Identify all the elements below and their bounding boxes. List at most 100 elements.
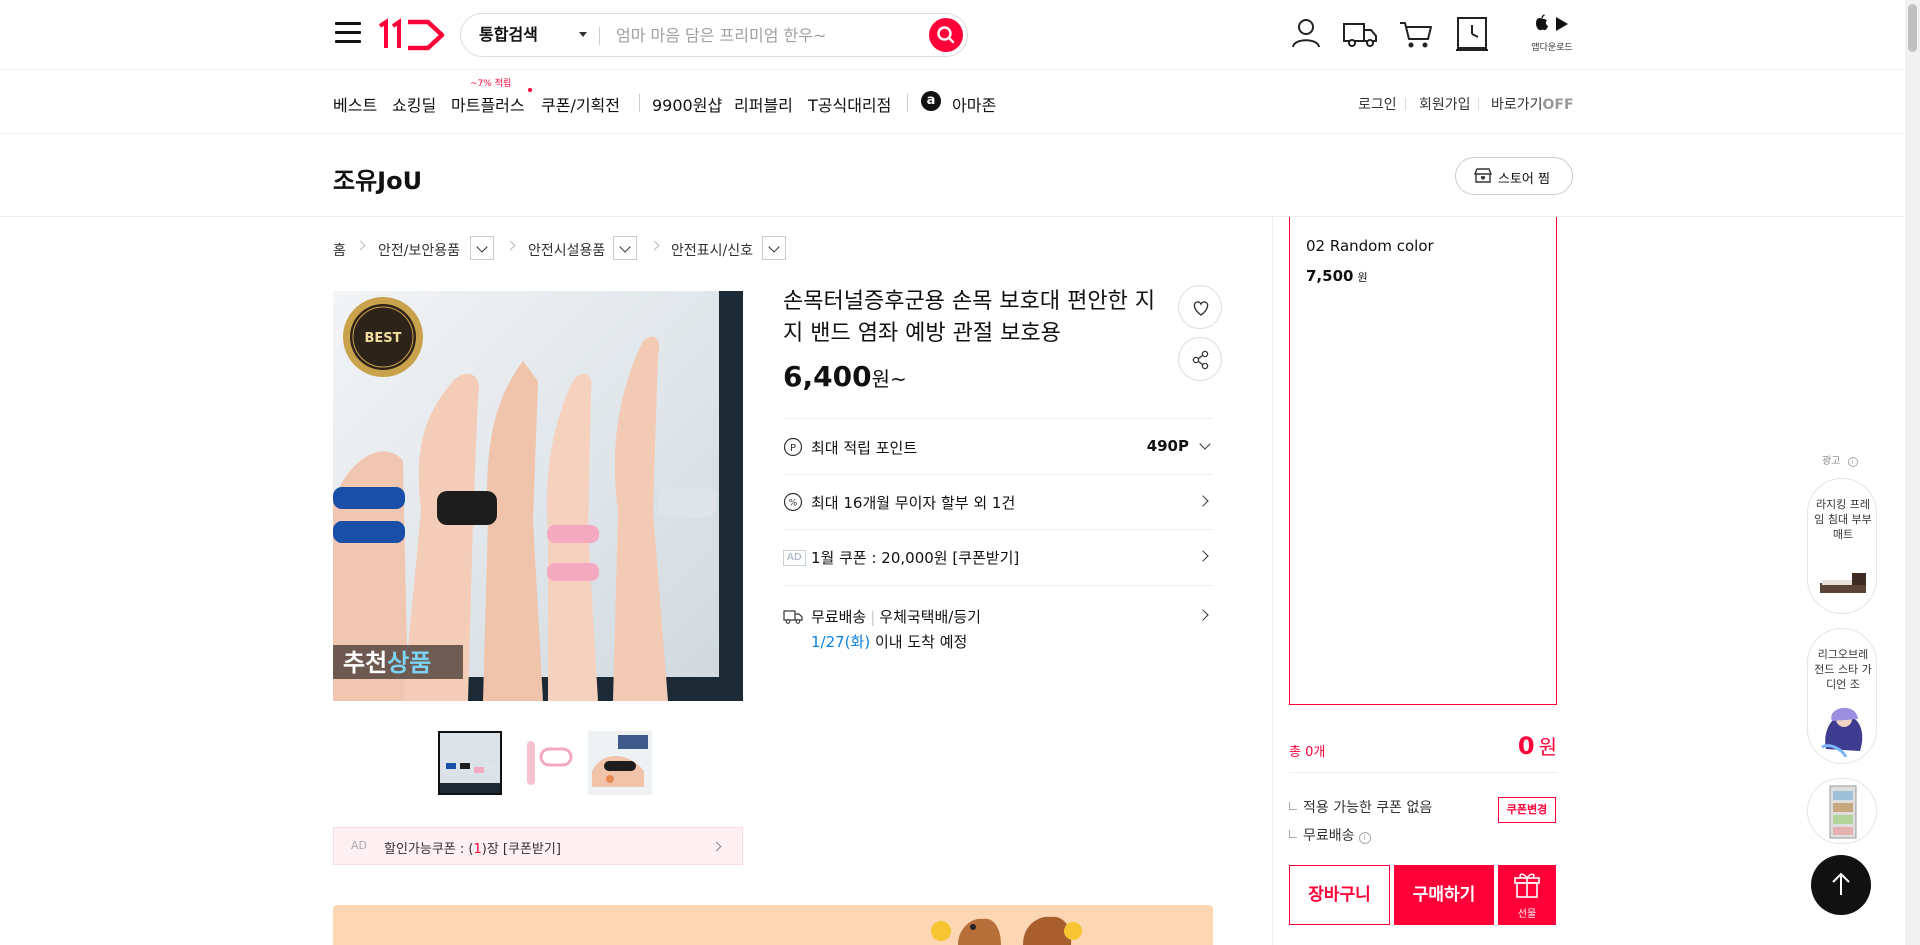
chevron-right-icon — [711, 841, 722, 852]
category-nav: 베스트 쇼킹딜 ~7% 적립 마트플러스 쿠폰/기획전 9900원샵 리퍼블리 … — [0, 70, 1920, 134]
nav-divider — [907, 94, 908, 112]
add-to-cart-button[interactable]: 장바구니 — [1289, 865, 1390, 925]
promo-banner[interactable] — [333, 905, 1213, 945]
gift-button[interactable]: 선물 — [1498, 865, 1556, 925]
nav-mart-plus[interactable]: 마트플러스 — [451, 92, 525, 116]
no-coupon-label: 적용 가능한 쿠폰 없음 — [1303, 800, 1433, 816]
coupon-offer-row[interactable]: AD 1월 쿠폰 : 20,000원 [쿠폰받기] — [783, 529, 1213, 585]
side-ad-bed[interactable]: 라지킹 프레임 침대 부부 매트 — [1807, 478, 1877, 614]
bed-image — [1820, 573, 1866, 593]
login-link[interactable]: 로그인 — [1358, 94, 1397, 114]
thumbnail-3[interactable] — [588, 731, 652, 795]
divider — [1478, 98, 1479, 110]
shortcut-toggle[interactable]: 바로가기OFF — [1491, 94, 1574, 114]
top-header: 통합검색 앱다운로드 — [0, 0, 1920, 70]
breadcrumb-dropdown[interactable] — [470, 236, 494, 260]
side-ad-figure[interactable]: 리그오브레전드 스타 가디언 조 — [1807, 628, 1877, 764]
breadcrumb-dropdown[interactable] — [762, 236, 786, 260]
share-icon — [1192, 350, 1209, 370]
cart-icon[interactable] — [1396, 14, 1436, 54]
store-follow-button[interactable]: 스토어 찜 — [1455, 157, 1573, 195]
page-scrollbar[interactable] — [1905, 0, 1920, 945]
app-download-label: 앱다운로드 — [1531, 43, 1573, 53]
buy-now-button[interactable]: 구매하기 — [1394, 865, 1494, 925]
breadcrumb-item[interactable]: 안전시설용품 — [528, 240, 605, 260]
fridge-image — [1829, 785, 1857, 839]
thumbnail-1[interactable] — [438, 731, 502, 795]
search-input[interactable] — [616, 18, 906, 52]
wishlist-button[interactable] — [1178, 285, 1222, 329]
search-box: 통합검색 — [460, 13, 968, 57]
option-name[interactable]: 02 Random color — [1306, 237, 1434, 255]
store-name[interactable]: 조유JoU — [333, 161, 422, 196]
total-row: 총 0개 0원 — [1289, 732, 1557, 773]
scrollbar-thumb[interactable] — [1908, 4, 1917, 52]
delivery-estimate: 1/27(화) 이내 도착 예정 — [811, 631, 967, 652]
nav-t-official[interactable]: T공식대리점 — [808, 92, 891, 116]
breadcrumb-item[interactable]: 안전표시/신호 — [671, 240, 753, 260]
shipping-row[interactable]: 무료배송 | 우체국택배/등기 1/27(화) 이내 도착 예정 — [783, 585, 1213, 665]
thumbnail-image — [440, 733, 500, 793]
installment-row[interactable]: % 최대 16개월 무이자 할부 외 1건 — [783, 474, 1213, 529]
nav-coupon[interactable]: 쿠폰/기획전 — [541, 92, 620, 116]
option-price-unit: 원 — [1357, 271, 1368, 284]
divider — [1405, 98, 1406, 110]
store-bar: 조유JoU 스토어 찜 — [0, 135, 1920, 217]
side-ad-fridge[interactable] — [1807, 778, 1877, 844]
user-icon[interactable] — [1286, 14, 1326, 54]
recent-viewed-icon[interactable] — [1452, 14, 1492, 54]
point-icon: P — [783, 437, 803, 457]
image-caption-2: 상품 — [387, 649, 431, 677]
points-row[interactable]: P 최대 적립 포인트 490P — [783, 418, 1213, 474]
hook-icon — [1289, 802, 1297, 810]
breadcrumb-dropdown[interactable] — [613, 236, 637, 260]
breadcrumb-home[interactable]: 홈 — [333, 240, 346, 260]
discount-coupon-prefix: 할인가능쿠폰 : ( — [384, 842, 474, 857]
installment-label: 최대 16개월 무이자 할부 외 1건 — [811, 494, 1016, 512]
coupon-change-button[interactable]: 쿠폰변경 — [1498, 797, 1556, 823]
coupon-offer-label: 1월 쿠폰 : 20,000원 [쿠폰받기] — [811, 549, 1020, 567]
discount-coupon-strip[interactable]: AD 할인가능쿠폰 : (1)장 [쿠폰받기] — [333, 827, 743, 865]
nav-badge: ~7% 적립 — [470, 79, 512, 89]
thumbnail-image — [588, 731, 652, 795]
arrow-up-icon — [1832, 872, 1850, 895]
amazon-icon: a — [921, 91, 941, 111]
chevron-down-icon — [1199, 438, 1211, 450]
thumbnail-2[interactable] — [513, 731, 577, 795]
menu-icon[interactable] — [335, 22, 361, 44]
side-ad-text: 리그오브레전드 스타 가디언 조 — [1814, 648, 1872, 691]
divider — [599, 27, 600, 45]
nav-9900-shop[interactable]: 9900원샵 — [652, 92, 722, 116]
shortcut-label: 바로가기 — [1491, 97, 1543, 113]
chevron-right-icon — [355, 240, 366, 251]
gift-label: 선물 — [1517, 909, 1537, 920]
product-main-image[interactable]: BEST 추천상품 — [333, 291, 743, 701]
discount-coupon-suffix: )장 [쿠폰받기] — [481, 842, 561, 857]
option-price-value: 7,500 — [1306, 267, 1354, 285]
app-download[interactable]: 앱다운로드 — [1528, 14, 1576, 53]
shipping-method: 우체국택배/등기 — [879, 608, 981, 626]
discount-coupon-count: 1 — [473, 842, 482, 857]
nav-refurbly[interactable]: 리퍼블리 — [734, 92, 793, 116]
discount-coupon-text: 할인가능쿠폰 : (1)장 [쿠폰받기] — [384, 838, 561, 857]
image-caption-1: 추천 — [343, 649, 387, 677]
scroll-to-top-button[interactable] — [1811, 855, 1871, 915]
side-ad-text: 라지킹 프레임 침대 부부 매트 — [1814, 498, 1872, 541]
signup-link[interactable]: 회원가입 — [1419, 94, 1471, 114]
truck-icon — [783, 610, 803, 624]
11st-logo[interactable] — [376, 16, 448, 54]
shortcut-state: OFF — [1542, 97, 1574, 113]
info-icon[interactable]: i — [1847, 457, 1858, 467]
info-icon[interactable]: i — [1358, 832, 1371, 844]
points-value: 490P — [1146, 437, 1189, 455]
nav-amazon[interactable]: 아마존 — [952, 92, 996, 116]
breadcrumb-item[interactable]: 안전/보안용품 — [378, 240, 460, 260]
search-scope-select[interactable]: 통합검색 — [479, 14, 589, 56]
truck-icon[interactable] — [1340, 14, 1380, 54]
search-button[interactable] — [929, 18, 963, 52]
share-button[interactable] — [1178, 337, 1222, 381]
product-photo: BEST 추천상품 — [333, 291, 743, 701]
nav-shocking-deal[interactable]: 쇼킹딜 — [392, 92, 436, 116]
nav-best[interactable]: 베스트 — [333, 92, 377, 116]
divider — [1272, 217, 1273, 945]
